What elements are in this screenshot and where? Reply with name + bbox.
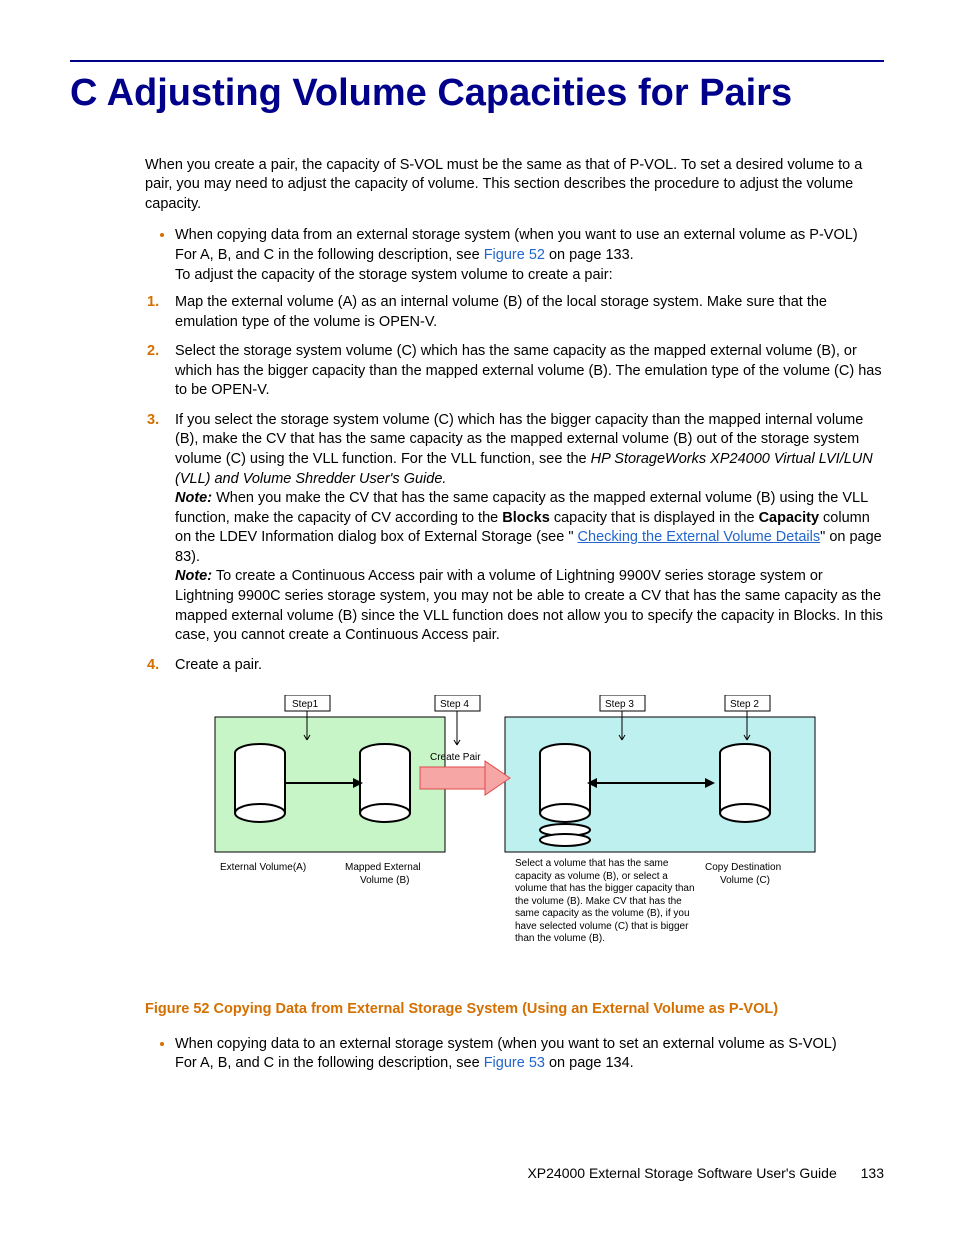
figure-52-caption: Figure 52 Copying Data from External Sto… xyxy=(145,1000,884,1020)
diag-mappedB-l2: Volume (B) xyxy=(360,875,409,886)
footer-page: 133 xyxy=(861,1165,884,1181)
figure-52-link[interactable]: Figure 52 xyxy=(484,247,545,263)
bullet2-line2b: on page 134. xyxy=(545,1055,634,1071)
bullet-item-pvol: When copying data from an external stora… xyxy=(175,226,884,285)
bullet1-line2b: on page 133. xyxy=(545,247,634,263)
diag-extvolA: External Volume(A) xyxy=(220,862,306,873)
steps-list: 1. Map the external volume (A) as an int… xyxy=(145,293,884,675)
cylinder-copydest-c-icon xyxy=(720,744,770,822)
cylinder-step3-icon xyxy=(540,744,590,846)
diag-createpair: Create Pair xyxy=(430,752,481,763)
step-3-note2-label: Note: xyxy=(175,568,212,584)
step-num-2: 2. xyxy=(147,342,159,362)
bullet1-line3: To adjust the capacity of the storage sy… xyxy=(175,267,613,283)
diag-step4: Step 4 xyxy=(440,699,469,710)
diag-step3: Step 3 xyxy=(605,699,634,710)
figure-53-link[interactable]: Figure 53 xyxy=(484,1055,545,1071)
step-2: 2. Select the storage system volume (C) … xyxy=(175,342,884,401)
diag-mappedB-l1: Mapped External xyxy=(345,862,421,873)
top-rule xyxy=(70,60,884,62)
bullet2-line1: When copying data to an external storage… xyxy=(175,1036,837,1052)
step-3-note2-b: To create a Continuous Access pair with … xyxy=(175,568,883,643)
step-3-note1-c: capacity that is displayed in the xyxy=(550,510,759,526)
cylinder-ext-a-icon xyxy=(235,744,285,822)
bullet2-line2a: For A, B, and C in the following descrip… xyxy=(175,1055,484,1071)
content-body: When you create a pair, the capacity of … xyxy=(145,156,884,1074)
bullet-list-2: When copying data to an external storage… xyxy=(145,1035,884,1074)
step-4-text: Create a pair. xyxy=(175,657,262,673)
diag-selectC: Select a volume that has the same capaci… xyxy=(515,858,695,946)
intro-para: When you create a pair, the capacity of … xyxy=(145,156,884,215)
capacity-bold: Capacity xyxy=(759,510,819,526)
bullet1-line1: When copying data from an external stora… xyxy=(175,227,858,243)
step-num-4: 4. xyxy=(147,656,159,676)
step-3-note1-label: Note: xyxy=(175,490,212,506)
cylinder-mapped-b-icon xyxy=(360,744,410,822)
diag-step2: Step 2 xyxy=(730,699,759,710)
diag-copydest-l1: Copy Destination xyxy=(705,862,781,873)
external-volume-details-link[interactable]: Checking the External Volume Details xyxy=(578,529,821,545)
bullet1-line2a: For A, B, and C in the following descrip… xyxy=(175,247,484,263)
footer-doc: XP24000 External Storage Software User's… xyxy=(527,1165,836,1181)
figure-52-diagram: Step1 Step 4 Step 3 Step 2 xyxy=(205,695,825,985)
step-num-3: 3. xyxy=(147,411,159,431)
step-1-text: Map the external volume (A) as an intern… xyxy=(175,294,827,330)
bullet-list-1: When copying data from an external stora… xyxy=(145,226,884,285)
page-heading: C Adjusting Volume Capacities for Pairs xyxy=(70,72,884,116)
step-num-1: 1. xyxy=(147,293,159,313)
step-2-text: Select the storage system volume (C) whi… xyxy=(175,343,882,398)
step-3: 3. If you select the storage system volu… xyxy=(175,411,884,646)
diag-copydest-l2: Volume (C) xyxy=(720,875,770,886)
bullet-item-svol: When copying data to an external storage… xyxy=(175,1035,884,1074)
blocks-bold: Blocks xyxy=(502,510,550,526)
step-1: 1. Map the external volume (A) as an int… xyxy=(175,293,884,332)
page-footer: XP24000 External Storage Software User's… xyxy=(70,1164,884,1183)
step-4: 4. Create a pair. xyxy=(175,656,884,676)
diag-step1: Step1 xyxy=(292,699,319,710)
